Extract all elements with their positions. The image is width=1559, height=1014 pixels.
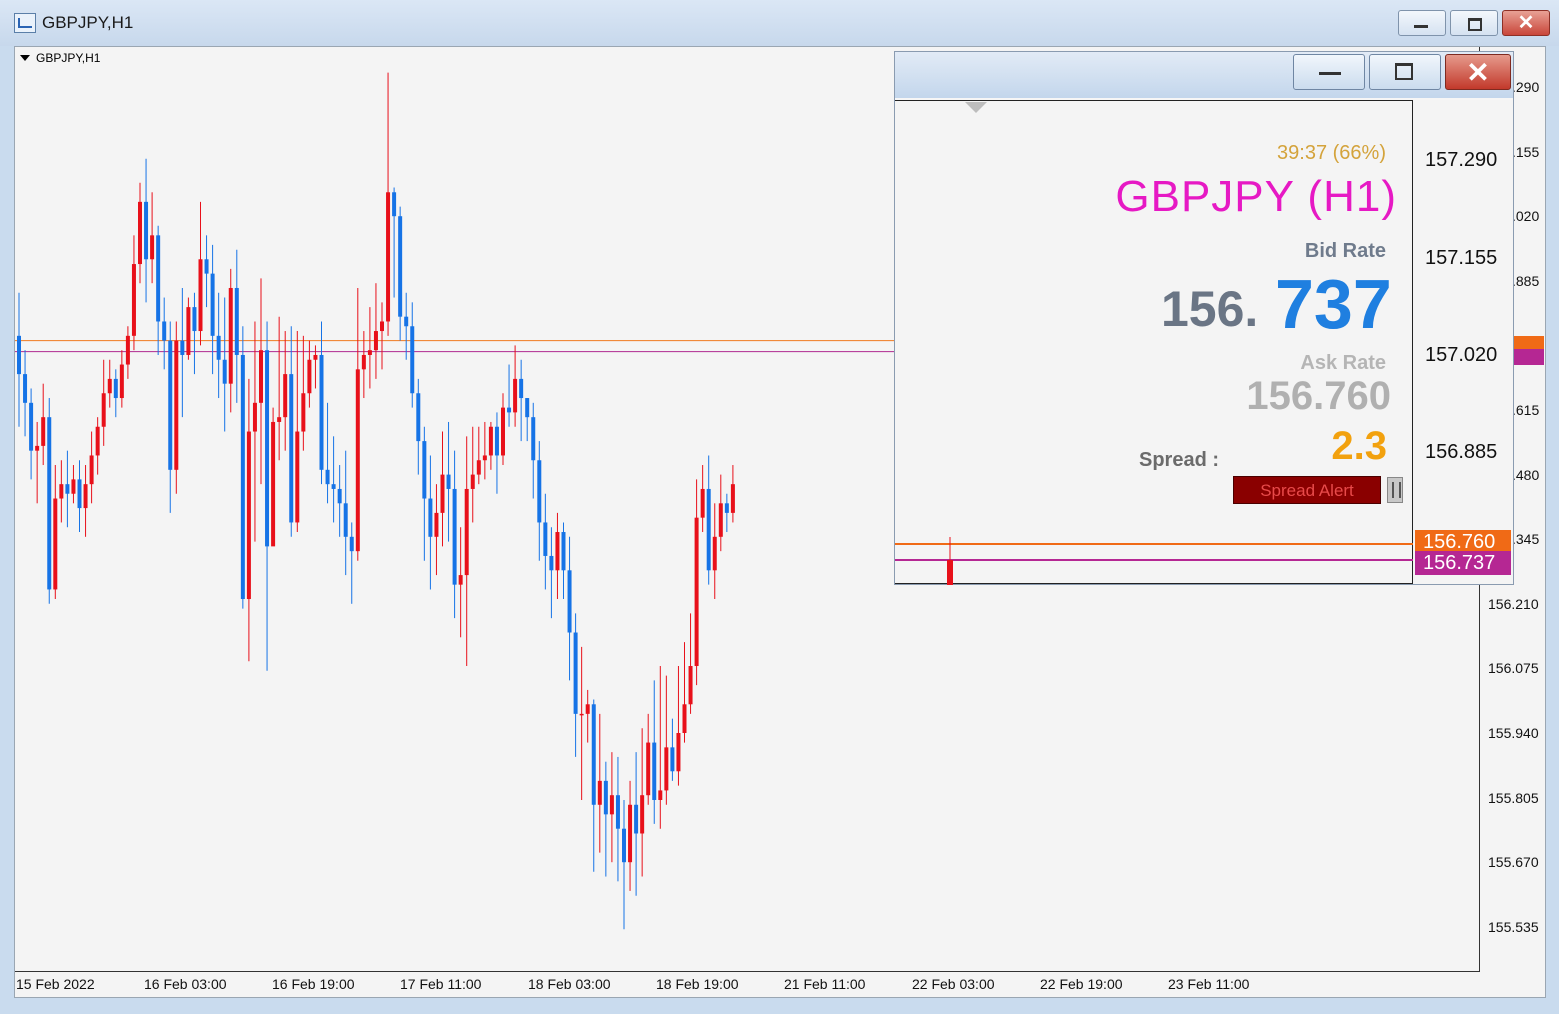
price-axis-label: .480: [1512, 466, 1540, 483]
close-icon: ✕: [1517, 12, 1535, 34]
title-bar: GBPJPY,H1 ✕: [0, 0, 1559, 46]
ask-rate-label: Ask Rate: [1300, 352, 1386, 374]
time-axis-label: 18 Feb 19:00: [656, 976, 739, 992]
overlay-candle-body: [947, 560, 953, 585]
time-axis-label: 18 Feb 03:00: [528, 976, 611, 992]
resize-grip-icon[interactable]: [1387, 477, 1403, 503]
price-axis-label: 155.670: [1488, 854, 1539, 871]
overlay-scale-label: 157.290: [1425, 149, 1498, 171]
symbol-label-text: GBPJPY,H1: [36, 51, 101, 65]
time-axis-label: 16 Feb 19:00: [272, 976, 355, 992]
maximize-icon: [1468, 18, 1482, 31]
price-axis-label: .290: [1512, 79, 1540, 95]
price-axis-label: 156.210: [1488, 595, 1539, 612]
maximize-icon: [1395, 63, 1413, 80]
minimize-button[interactable]: [1398, 10, 1446, 36]
time-axis-label: 23 Feb 11:00: [1168, 976, 1250, 992]
bid-rate-label: Bid Rate: [1304, 240, 1386, 262]
spread-label: Spread :: [1139, 449, 1220, 471]
bid-rate-integer: 156.: [1161, 281, 1259, 337]
spread-alert-button[interactable]: Spread Alert: [1233, 476, 1381, 504]
overlay-bid-tag: 156.737: [1415, 551, 1511, 575]
price-axis-label: 156.075: [1488, 660, 1539, 677]
price-axis-label: 155.940: [1488, 725, 1539, 741]
time-axis-label: 21 Feb 11:00: [784, 976, 866, 992]
minimize-icon: [1414, 25, 1428, 28]
price-axis-label: .020: [1512, 208, 1540, 225]
overlay-scale-label: 157.155: [1425, 247, 1498, 269]
symbol-label[interactable]: GBPJPY,H1: [20, 51, 100, 65]
overlay-price-axis: [1413, 100, 1513, 584]
dropdown-triangle-icon: [20, 55, 30, 61]
spread-monitor-window[interactable]: ✕ 157.290 157.155 157.020 156.885 156.76…: [894, 51, 1514, 585]
overlay-caret-icon: [965, 102, 987, 113]
price-axis-label: .615: [1512, 402, 1540, 418]
time-axis-label: 16 Feb 03:00: [144, 976, 227, 992]
window-title: GBPJPY,H1: [42, 13, 134, 32]
overlay-minimize-button[interactable]: [1293, 54, 1365, 90]
minimize-icon: [1319, 72, 1341, 75]
price-axis-label: .345: [1512, 531, 1540, 548]
ask-rate-value: 156.760: [1246, 374, 1391, 418]
overlay-scale-label: 157.020: [1425, 344, 1498, 366]
chart-window-icon: [14, 13, 36, 33]
price-axis-label: .155: [1512, 143, 1540, 160]
price-axis-label: 155.535: [1488, 918, 1539, 935]
close-icon: ✕: [1466, 57, 1490, 88]
pair-title: GBPJPY (H1): [1115, 172, 1397, 221]
time-axis-label: 22 Feb 03:00: [912, 976, 995, 992]
overlay-close-button[interactable]: ✕: [1445, 54, 1511, 90]
price-axis-label: 155.805: [1488, 789, 1539, 806]
close-button[interactable]: ✕: [1502, 10, 1550, 36]
overlay-maximize-button[interactable]: [1369, 54, 1441, 90]
maximize-button[interactable]: [1450, 10, 1498, 36]
overlay-scale-label: 156.885: [1425, 441, 1498, 463]
spread-value: 2.3: [1331, 424, 1387, 468]
overlay-title-bar[interactable]: ✕: [895, 52, 1513, 98]
time-axis-label: 15 Feb 2022: [16, 976, 95, 992]
time-axis-label: 22 Feb 19:00: [1040, 976, 1123, 992]
time-axis-label: 17 Feb 11:00: [400, 976, 482, 992]
bid-rate-fraction: 737: [1275, 265, 1392, 343]
price-axis-label: .885: [1512, 272, 1540, 289]
candle-timer: 39:37 (66%): [1277, 142, 1386, 164]
